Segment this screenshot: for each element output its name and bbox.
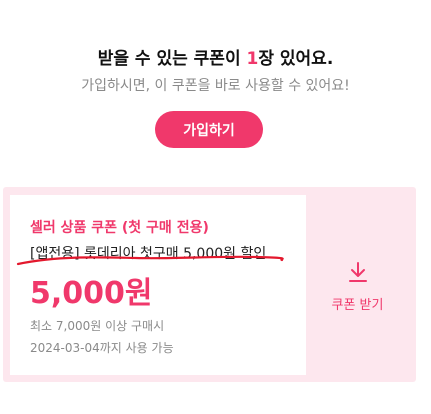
strike-mark — [16, 255, 284, 266]
coupon-tag: 셀러 상품 쿠폰 (첫 구매 전용) — [30, 220, 209, 236]
coupon-condition: 최소 7,000원 이상 구매시 — [30, 319, 165, 333]
download-arrow-icon — [348, 261, 367, 282]
page-subline: 가입하시면, 이 쿠폰을 바로 사용할 수 있어요! — [81, 78, 350, 94]
join-button[interactable]: 가입하기 — [155, 111, 263, 148]
headline-suffix: 장 있어요. — [258, 49, 334, 69]
coupon-amount: 5,000원 — [30, 276, 153, 311]
download-coupon-button[interactable]: 쿠폰 받기 — [306, 195, 409, 375]
download-label: 쿠폰 받기 — [331, 297, 384, 313]
coupon-page: 받을 수 있는 쿠폰이 1장 있어요. 가입하시면, 이 쿠폰을 바로 사용할 … — [0, 0, 431, 414]
headline-prefix: 받을 수 있는 쿠폰이 — [97, 49, 247, 69]
page-headline: 받을 수 있는 쿠폰이 1장 있어요. — [0, 44, 431, 69]
coupon-count: 1 — [246, 49, 259, 69]
coupon-expiry: 2024-03-04까지 사용 가능 — [30, 341, 174, 355]
